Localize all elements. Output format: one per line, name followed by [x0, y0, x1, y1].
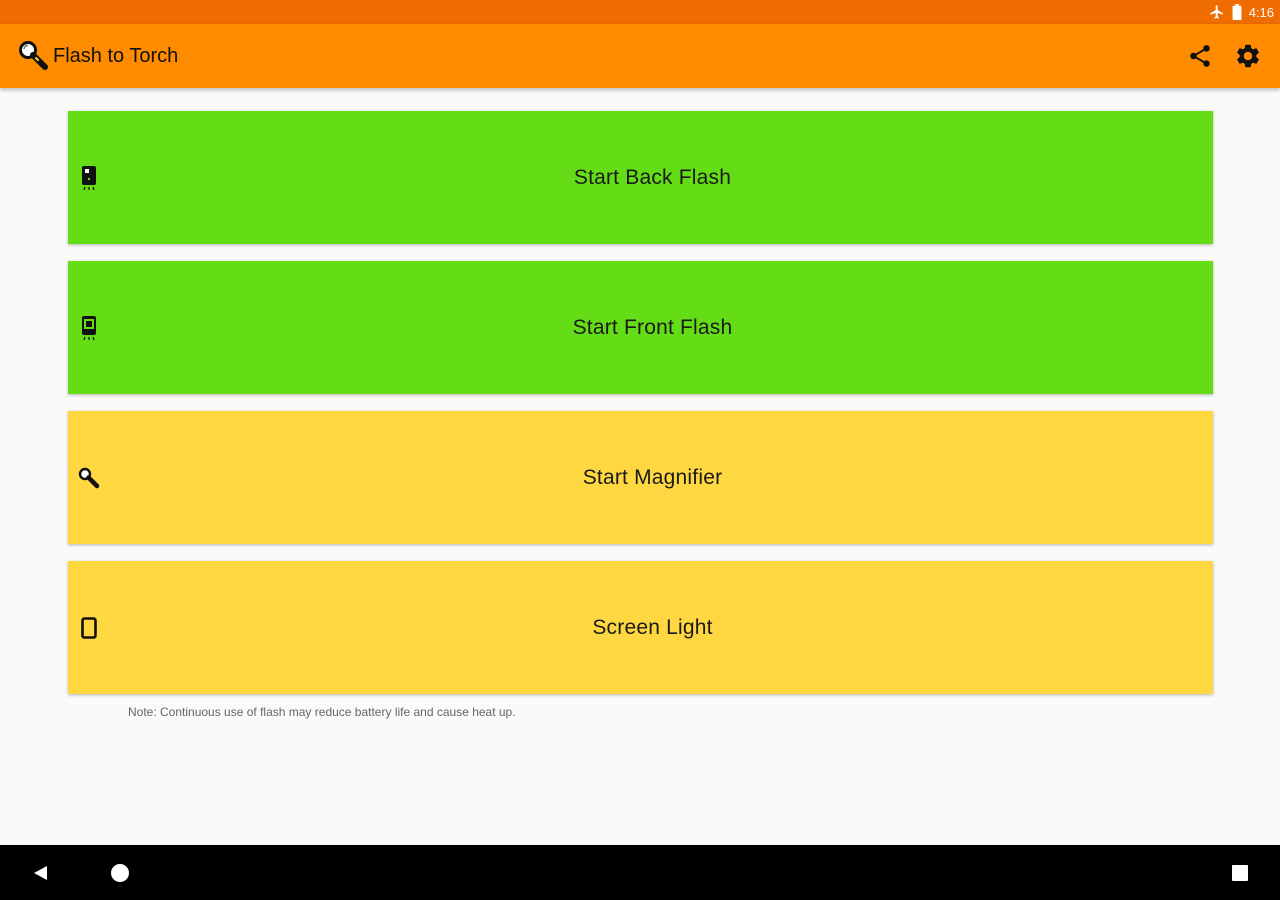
battery-note: Note: Continuous use of flash may reduce… — [128, 705, 516, 719]
share-button[interactable] — [1184, 40, 1216, 72]
navigation-bar — [0, 845, 1280, 900]
battery-icon — [1232, 4, 1242, 20]
screen-light-button[interactable]: Screen Light — [68, 561, 1213, 694]
settings-button[interactable] — [1232, 40, 1264, 72]
button-label: Start Back Flash — [573, 165, 732, 189]
button-label: Start Front Flash — [572, 315, 733, 339]
home-icon — [111, 864, 129, 882]
recents-icon — [1232, 865, 1248, 881]
back-icon — [34, 866, 47, 880]
app-bar: Flash to Torch — [0, 24, 1280, 88]
recents-button[interactable] — [1224, 857, 1256, 889]
status-bar: 4:16 — [0, 0, 1280, 24]
start-front-flash-button[interactable]: Start Front Flash — [68, 261, 1213, 394]
status-time: 4:16 — [1248, 4, 1274, 20]
share-icon — [1190, 45, 1210, 67]
home-button[interactable] — [104, 857, 136, 889]
airplane-icon — [1210, 5, 1223, 19]
app-title: Flash to Torch — [53, 45, 179, 67]
back-button[interactable] — [24, 857, 56, 889]
flashlight-icon — [18, 40, 52, 72]
gear-icon — [1237, 44, 1259, 68]
status-icons: 4:16 — [1209, 3, 1274, 21]
button-label: Start Magnifier — [582, 465, 723, 489]
start-back-flash-button[interactable]: Start Back Flash — [68, 111, 1213, 244]
start-magnifier-button[interactable]: Start Magnifier — [68, 411, 1213, 544]
button-label: Screen Light — [592, 615, 713, 639]
